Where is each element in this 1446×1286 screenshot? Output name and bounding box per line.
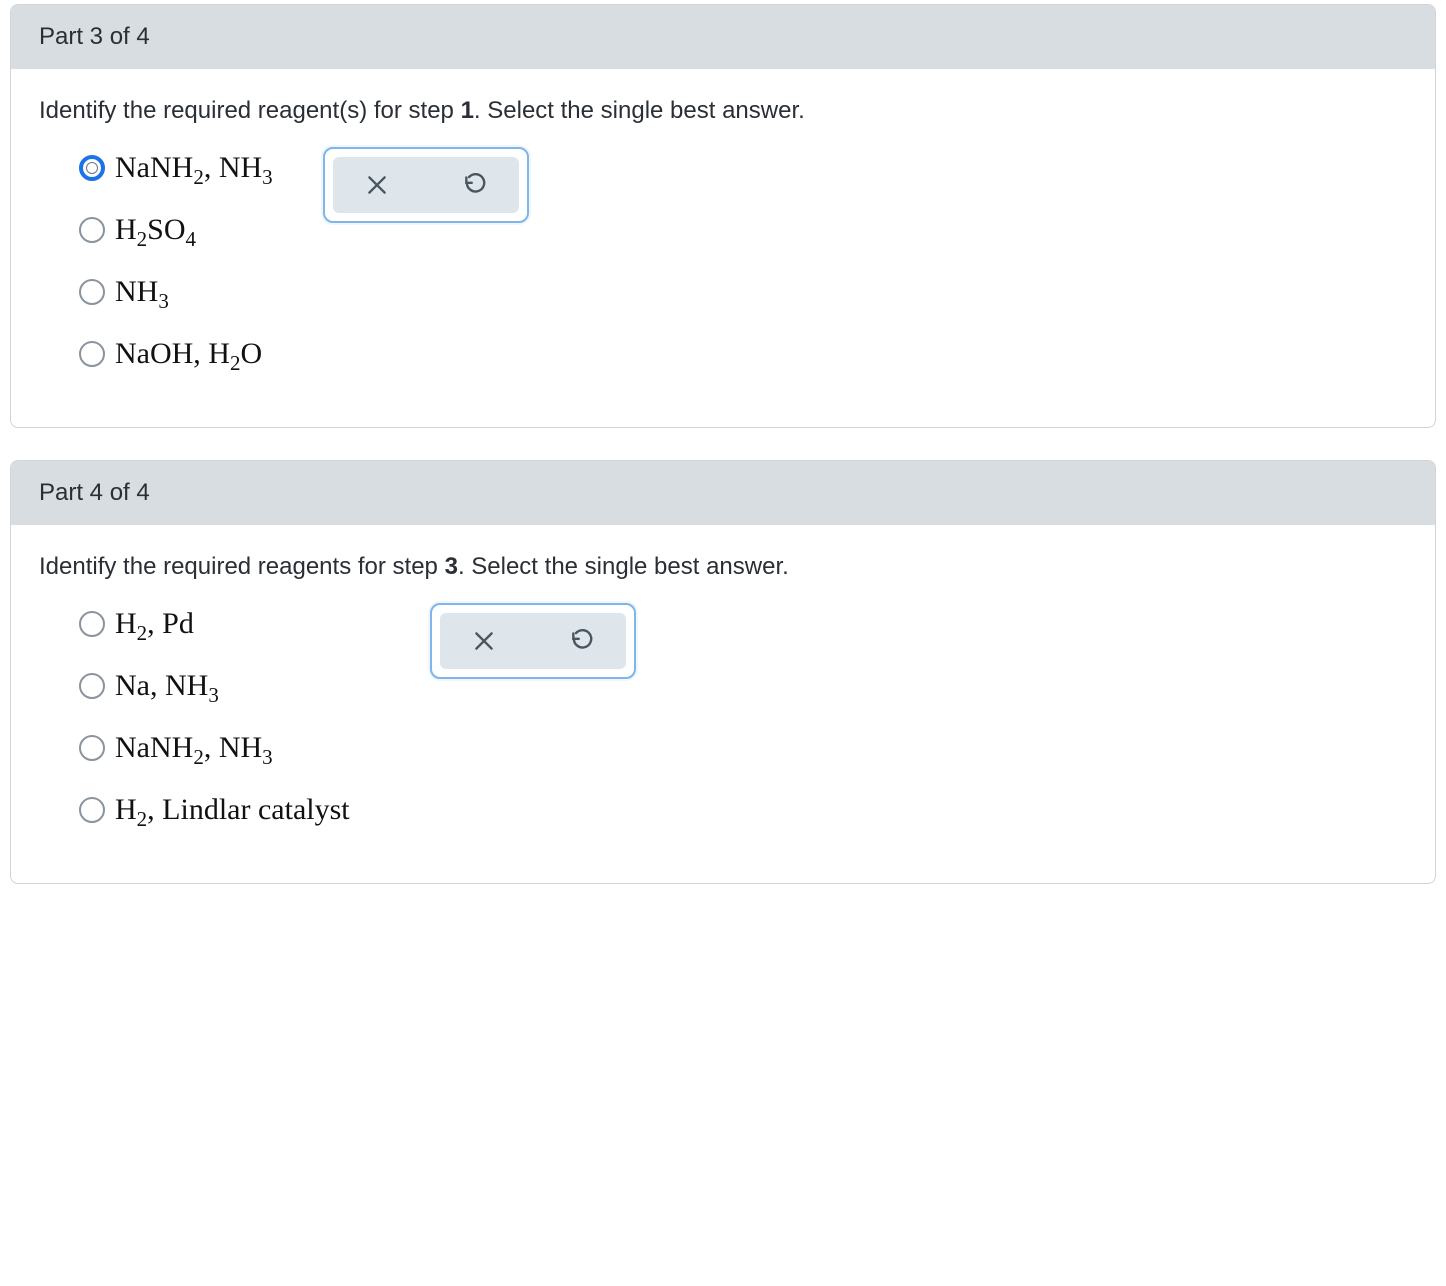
option-label: NH3	[115, 275, 169, 309]
radio-button[interactable]	[79, 217, 105, 243]
action-box	[323, 147, 529, 223]
radio-button[interactable]	[79, 279, 105, 305]
option-3[interactable]: H2, Lindlar catalyst	[79, 793, 350, 827]
card-header: Part 4 of 4	[11, 461, 1435, 525]
question-text: Identify the required reagents for step …	[39, 553, 1407, 581]
action-box	[430, 603, 636, 679]
options-list-part3: NaNH2, NH3 H2SO4 NH3 NaOH, H2O	[79, 151, 273, 399]
option-label: Na, NH3	[115, 669, 219, 703]
radio-button[interactable]	[79, 735, 105, 761]
option-label: NaNH2, NH3	[115, 731, 273, 765]
option-0[interactable]: H2, Pd	[79, 607, 350, 641]
option-label: NaNH2, NH3	[115, 151, 273, 185]
question-card-part3: Part 3 of 4 Identify the required reagen…	[10, 4, 1436, 428]
card-body: Identify the required reagent(s) for ste…	[11, 69, 1435, 427]
options-list-part4: H2, Pd Na, NH3 NaNH2, NH3 H2, Lindlar catal…	[79, 607, 350, 855]
close-icon[interactable]	[470, 627, 498, 655]
card-body: Identify the required reagents for step …	[11, 525, 1435, 883]
option-label: H2, Pd	[115, 607, 194, 641]
action-inner	[440, 613, 626, 669]
question-card-part4: Part 4 of 4 Identify the required reagen…	[10, 460, 1436, 884]
option-2[interactable]: NH3	[79, 275, 273, 309]
reset-icon[interactable]	[568, 627, 596, 655]
question-text: Identify the required reagent(s) for ste…	[39, 97, 1407, 125]
option-2[interactable]: NaNH2, NH3	[79, 731, 350, 765]
option-1[interactable]: Na, NH3	[79, 669, 350, 703]
option-1[interactable]: H2SO4	[79, 213, 273, 247]
option-label: NaOH, H2O	[115, 337, 262, 371]
radio-button[interactable]	[79, 611, 105, 637]
radio-button[interactable]	[79, 797, 105, 823]
content-row: NaNH2, NH3 H2SO4 NH3 NaOH, H2O	[39, 151, 1407, 399]
content-row: H2, Pd Na, NH3 NaNH2, NH3 H2, Lindlar catal…	[39, 607, 1407, 855]
reset-icon[interactable]	[461, 171, 489, 199]
option-3[interactable]: NaOH, H2O	[79, 337, 273, 371]
action-inner	[333, 157, 519, 213]
radio-button[interactable]	[79, 673, 105, 699]
card-header: Part 3 of 4	[11, 5, 1435, 69]
radio-button[interactable]	[79, 341, 105, 367]
option-label: H2, Lindlar catalyst	[115, 793, 350, 827]
radio-button[interactable]	[79, 155, 105, 181]
option-label: H2SO4	[115, 213, 196, 247]
part-label: Part 3 of 4	[39, 23, 150, 50]
part-label: Part 4 of 4	[39, 479, 150, 506]
close-icon[interactable]	[363, 171, 391, 199]
option-0[interactable]: NaNH2, NH3	[79, 151, 273, 185]
